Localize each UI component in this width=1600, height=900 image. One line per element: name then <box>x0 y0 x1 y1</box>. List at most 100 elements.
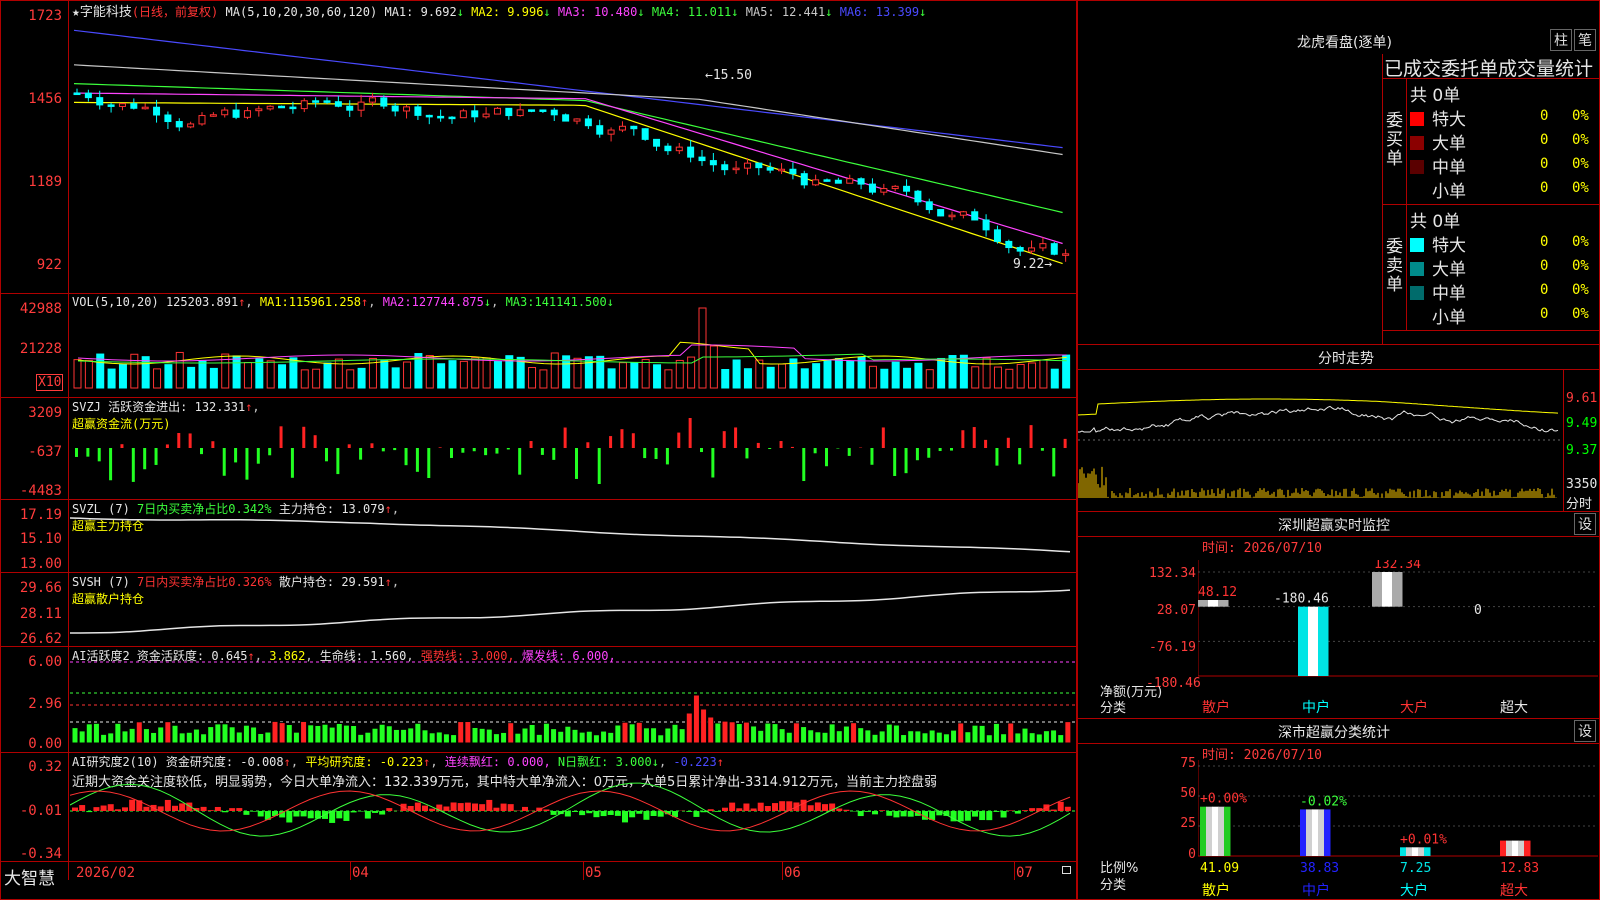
research-bar <box>857 811 864 817</box>
candle-body <box>141 106 149 110</box>
activity-bar <box>471 726 479 744</box>
volume-bar <box>255 358 264 389</box>
volume-bar <box>607 368 616 389</box>
research-bar <box>79 805 86 811</box>
activity-bar <box>835 730 843 744</box>
volume-bar <box>278 364 287 389</box>
research-bar <box>607 811 614 815</box>
candlestick-chart[interactable]: ←15.50 9.22→ <box>70 0 1076 292</box>
fund-flow-bar <box>529 441 533 448</box>
ai-research-chart[interactable] <box>70 753 1076 861</box>
candle-body <box>880 188 888 193</box>
research-bar <box>1057 801 1064 811</box>
activity-bar <box>957 722 965 744</box>
sz-category-label: 散户 <box>1202 700 1230 716</box>
fund-flow-bar <box>995 448 999 466</box>
candle-body <box>743 162 751 169</box>
research-bar <box>1050 809 1057 811</box>
research-bar <box>86 811 93 813</box>
activity-bar <box>200 733 208 744</box>
activity-bar <box>257 732 265 744</box>
fund-flow-bar <box>1040 448 1044 451</box>
research-bar <box>764 805 771 811</box>
tick-mode-button[interactable]: 笔 <box>1574 29 1596 51</box>
svzj-chart[interactable] <box>70 398 1076 498</box>
order-size-row: 中单 <box>1410 279 1466 304</box>
research-bar <box>729 802 736 811</box>
svsh-chart[interactable] <box>70 573 1076 645</box>
activity-bar <box>264 731 272 744</box>
activity-bar <box>71 727 79 744</box>
sz-monitor-chart[interactable]: 48.12 -180.46 132.34 0 <box>1198 560 1600 700</box>
activity-bar <box>142 728 150 744</box>
sz-axis-label: 132.34 <box>1149 566 1196 581</box>
activity-bar <box>735 723 743 744</box>
svzl-axis-label: 15.10 <box>19 531 62 547</box>
volume-bar <box>664 369 673 389</box>
fund-flow-bar <box>631 433 635 448</box>
activity-bar <box>692 694 700 744</box>
candle-body <box>437 115 445 119</box>
szc-axis-label: 0 <box>1188 847 1196 862</box>
sell-orders-label: 委卖单 <box>1386 237 1403 295</box>
svzl-chart[interactable] <box>70 500 1076 572</box>
intraday-chart[interactable] <box>1078 370 1562 510</box>
activity-bar <box>914 730 922 744</box>
fund-flow-bar <box>211 441 215 448</box>
research-bar <box>707 809 714 811</box>
order-percent: 0% <box>1572 282 1589 298</box>
activity-bar <box>964 731 972 744</box>
activity-bar <box>228 726 236 744</box>
bar-mode-button[interactable]: 柱 <box>1550 29 1572 51</box>
research-bar <box>593 811 600 818</box>
research-bar <box>743 803 750 811</box>
activity-bar <box>585 730 593 744</box>
fund-flow-bar <box>415 448 419 472</box>
activity-bar <box>171 724 179 744</box>
candle-body <box>198 115 206 125</box>
ai-active-chart[interactable] <box>70 647 1076 751</box>
fund-flow-bar <box>86 448 90 457</box>
research-bar <box>486 799 493 811</box>
volume-chart[interactable] <box>70 296 1076 396</box>
order-percent: 0% <box>1572 234 1589 250</box>
activity-bar <box>392 728 400 744</box>
activity-bar <box>478 727 486 744</box>
research-bar <box>464 802 471 811</box>
candle-body <box>221 109 229 116</box>
volume-bar <box>198 360 207 389</box>
activity-bar <box>892 724 900 744</box>
activity-bar <box>300 720 308 744</box>
activity-bar <box>728 721 736 744</box>
activity-bar <box>921 732 929 744</box>
fund-flow-bar <box>722 431 726 448</box>
sz-monitor-time: 时间: 2026/07/10 <box>1202 541 1322 556</box>
order-percent: 0% <box>1572 132 1589 148</box>
activity-bar <box>164 721 172 744</box>
legend-swatch <box>1410 160 1424 174</box>
activity-bar <box>707 716 715 744</box>
volume-bar <box>778 363 787 389</box>
lock-icon[interactable] <box>1062 866 1071 874</box>
candle-body <box>903 185 911 192</box>
legend-swatch <box>1410 112 1424 126</box>
sz-monitor-settings-button[interactable]: 设 <box>1574 513 1596 535</box>
candle-body <box>289 106 297 110</box>
candle-body <box>459 110 467 119</box>
order-size-row: 小单 <box>1410 177 1466 202</box>
vol-axis-label: 21228 <box>19 341 62 357</box>
activity-bar <box>450 734 458 744</box>
date-axis-label: 05 <box>585 865 602 881</box>
fund-flow-bar <box>97 448 101 462</box>
order-size-label: 中单 <box>1432 158 1466 178</box>
volume-bar <box>380 360 389 389</box>
sz-class-settings-button[interactable]: 设 <box>1574 720 1596 742</box>
activity-bar <box>757 729 765 744</box>
activity-bar <box>821 731 829 744</box>
separator <box>0 293 1077 294</box>
volume-bar <box>618 362 627 389</box>
date-tick <box>782 862 783 880</box>
sz-class-chart[interactable]: +0.00% 41.09 -0.02% 38.83 +0.01% 7.25 12.83 <box>1198 760 1600 900</box>
activity-bar <box>278 722 286 744</box>
fund-flow-bar <box>904 448 908 474</box>
